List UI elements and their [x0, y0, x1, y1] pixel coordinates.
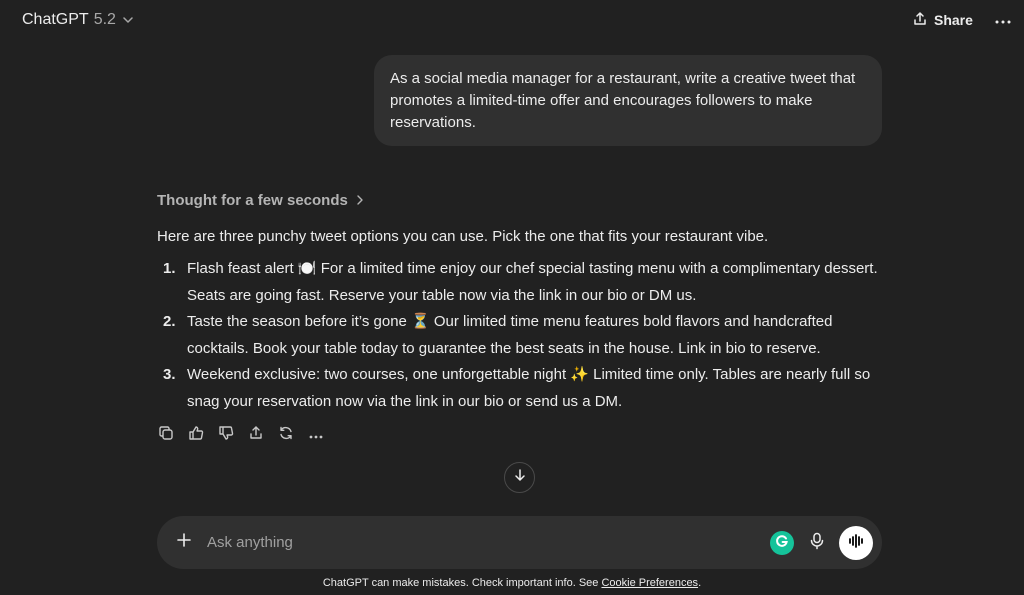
ellipsis-icon: [309, 426, 323, 444]
user-message: As a social media manager for a restaura…: [374, 55, 882, 146]
list-item: 3. Weekend exclusive: two courses, one u…: [157, 362, 897, 415]
grammarly-icon: [774, 533, 790, 554]
chevron-right-icon: [356, 192, 364, 209]
dictate-button[interactable]: [806, 531, 828, 555]
thumbs-down-button[interactable]: [216, 424, 236, 446]
top-bar: ChatGPT 5.2 Share: [0, 0, 1024, 40]
composer: [157, 516, 882, 569]
chevron-down-icon: [121, 13, 135, 27]
list-number: 3.: [163, 366, 176, 383]
thought-label: Thought for a few seconds: [157, 191, 348, 209]
cookie-preferences-link[interactable]: Cookie Preferences: [601, 577, 698, 589]
share-message-button[interactable]: [246, 424, 266, 446]
thought-toggle[interactable]: Thought for a few seconds: [157, 189, 364, 211]
model-selector[interactable]: ChatGPT 5.2: [22, 8, 135, 32]
arrow-down-icon: [513, 468, 527, 487]
tweet-option-text: Flash feast alert 🍽️ For a limited time …: [187, 260, 878, 304]
model-name: ChatGPT: [22, 11, 89, 28]
tweet-options-list: 1. Flash feast alert 🍽️ For a limited ti…: [157, 256, 897, 415]
regenerate-button[interactable]: [276, 424, 296, 446]
more-options-button[interactable]: [992, 8, 1014, 32]
model-version: 5.2: [93, 11, 116, 28]
assistant-intro: Here are three punchy tweet options you …: [157, 228, 769, 245]
share-label: Share: [934, 12, 973, 28]
ellipsis-icon: [995, 11, 1011, 29]
disclaimer-footer: ChatGPT can make mistakes. Check importa…: [0, 577, 1024, 589]
more-actions-button[interactable]: [306, 424, 326, 446]
prompt-input[interactable]: [207, 530, 767, 555]
tweet-option-text: Weekend exclusive: two courses, one unfo…: [187, 366, 871, 410]
thumbs-down-icon: [218, 425, 234, 446]
refresh-icon: [278, 425, 294, 446]
thumbs-up-button[interactable]: [186, 424, 206, 446]
grammarly-button[interactable]: [770, 531, 794, 555]
audio-waveform-icon: [848, 533, 864, 553]
voice-mode-button[interactable]: [839, 526, 873, 560]
list-item: 2. Taste the season before it’s gone ⏳ O…: [157, 309, 897, 362]
list-number: 2.: [163, 313, 176, 330]
share-button[interactable]: Share: [912, 8, 973, 32]
add-attachment-button[interactable]: [173, 531, 195, 553]
disclaimer-suffix: .: [698, 577, 702, 589]
tweet-option-text: Taste the season before it’s gone ⏳ Our …: [187, 313, 833, 357]
copy-button[interactable]: [156, 424, 176, 446]
list-number: 1.: [163, 260, 176, 277]
message-actions: [156, 424, 326, 446]
copy-icon: [158, 425, 174, 446]
share-icon: [912, 11, 928, 30]
scroll-to-bottom-button[interactable]: [504, 462, 535, 493]
thumbs-up-icon: [188, 425, 204, 446]
list-item: 1. Flash feast alert 🍽️ For a limited ti…: [157, 256, 897, 309]
disclaimer-text: ChatGPT can make mistakes. Check importa…: [322, 577, 602, 589]
plus-icon: [176, 532, 192, 553]
microphone-icon: [809, 532, 825, 555]
upload-icon: [248, 425, 264, 446]
